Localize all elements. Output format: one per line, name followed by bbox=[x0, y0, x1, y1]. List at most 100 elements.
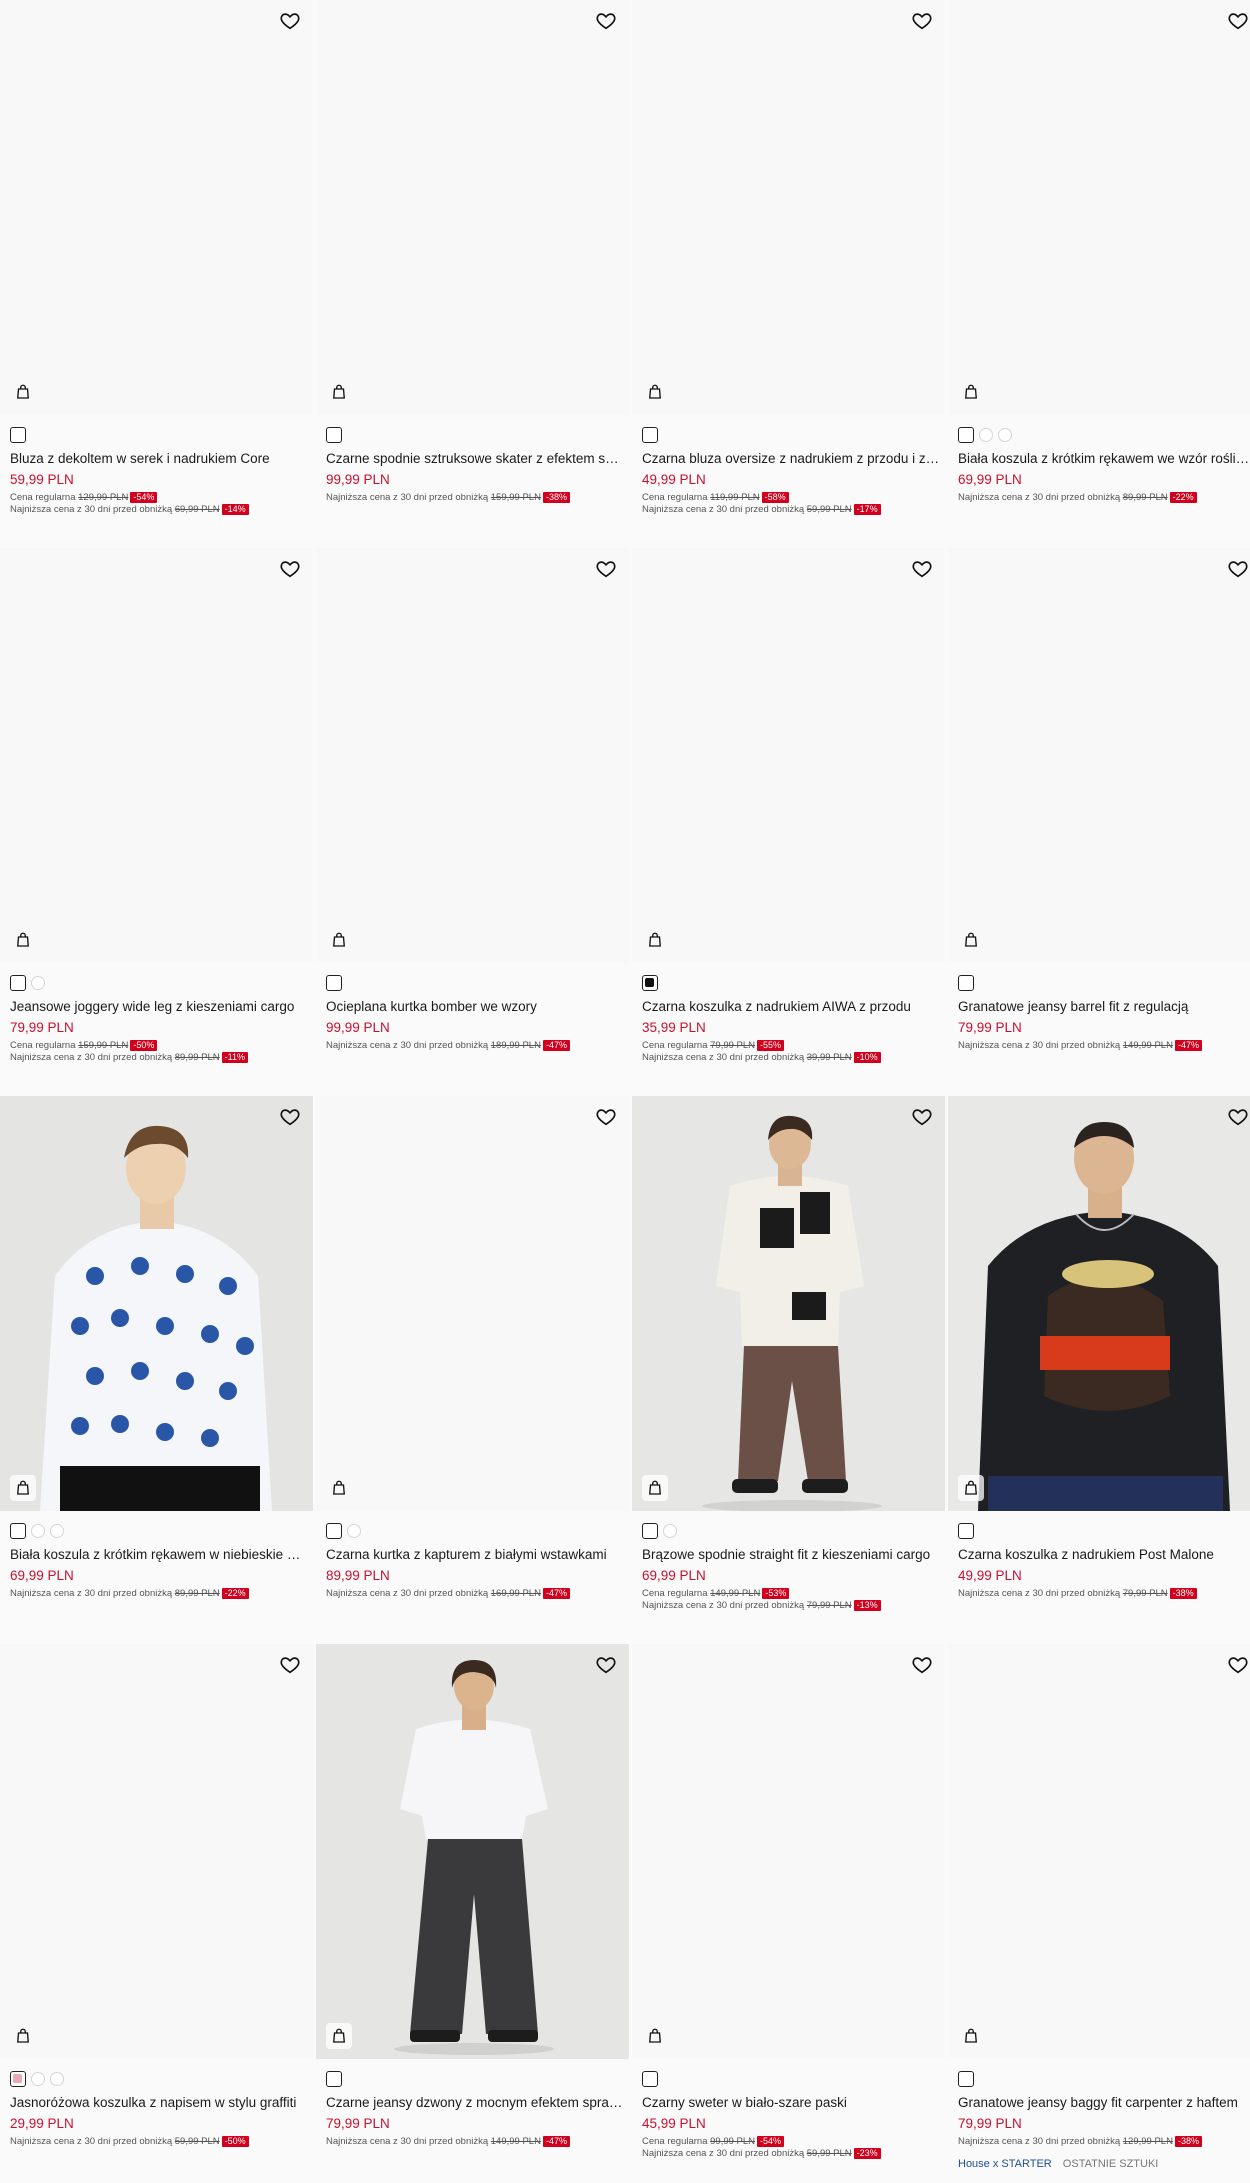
heart-outline-icon[interactable] bbox=[911, 1106, 933, 1128]
heart-outline-icon[interactable] bbox=[911, 10, 933, 32]
product-image[interactable] bbox=[632, 1644, 945, 2059]
collab-tag[interactable]: House x STARTER bbox=[958, 2158, 1052, 2170]
add-to-cart-button[interactable] bbox=[958, 2023, 984, 2049]
product-image[interactable] bbox=[0, 1644, 313, 2059]
add-to-cart-button[interactable] bbox=[10, 2023, 36, 2049]
heart-outline-icon[interactable] bbox=[595, 10, 617, 32]
color-swatch-selected[interactable] bbox=[642, 975, 658, 991]
product-name[interactable]: Jasnoróżowa koszulka z napisem w stylu g… bbox=[10, 2095, 308, 2110]
product-name[interactable]: Brązowe spodnie straight fit z kieszenia… bbox=[642, 1547, 940, 1562]
add-to-cart-button[interactable] bbox=[326, 2023, 352, 2049]
heart-outline-icon[interactable] bbox=[1227, 10, 1249, 32]
color-swatch[interactable] bbox=[50, 1524, 64, 1538]
product-card[interactable]: Czarna bluza oversize z nadrukiem z przo… bbox=[632, 0, 945, 548]
add-to-cart-button[interactable] bbox=[642, 2023, 668, 2049]
product-name[interactable]: Bluza z dekoltem w serek i nadrukiem Cor… bbox=[10, 451, 308, 466]
product-name[interactable]: Granatowe jeansy baggy fit carpenter z h… bbox=[958, 2095, 1250, 2110]
product-name[interactable]: Biała koszula z krótkim rękawem we wzór … bbox=[958, 451, 1250, 466]
heart-outline-icon[interactable] bbox=[911, 558, 933, 580]
add-to-cart-button[interactable] bbox=[10, 927, 36, 953]
add-to-cart-button[interactable] bbox=[958, 927, 984, 953]
heart-outline-icon[interactable] bbox=[595, 558, 617, 580]
add-to-cart-button[interactable] bbox=[958, 1475, 984, 1501]
add-to-cart-button[interactable] bbox=[642, 1475, 668, 1501]
product-image[interactable] bbox=[948, 1096, 1250, 1511]
product-card[interactable]: Czarna koszulka z nadrukiem Post Malone … bbox=[948, 1096, 1250, 1644]
color-swatch[interactable] bbox=[663, 1524, 677, 1538]
product-image[interactable] bbox=[0, 0, 313, 415]
product-image[interactable] bbox=[948, 0, 1250, 415]
product-card[interactable]: Czarny sweter w biało-szare paski 45,99 … bbox=[632, 1644, 945, 2183]
add-to-cart-button[interactable] bbox=[326, 379, 352, 405]
product-image[interactable] bbox=[0, 1096, 313, 1511]
product-image[interactable] bbox=[632, 1096, 945, 1511]
product-card[interactable]: Czarna koszulka z nadrukiem AIWA z przod… bbox=[632, 548, 945, 1096]
heart-outline-icon[interactable] bbox=[1227, 1106, 1249, 1128]
color-swatch[interactable] bbox=[326, 427, 342, 443]
product-card[interactable]: Jeansowe joggery wide leg z kieszeniami … bbox=[0, 548, 313, 1096]
add-to-cart-button[interactable] bbox=[326, 1475, 352, 1501]
heart-outline-icon[interactable] bbox=[279, 1654, 301, 1676]
color-swatch[interactable] bbox=[10, 427, 26, 443]
color-swatch[interactable] bbox=[958, 427, 974, 443]
heart-outline-icon[interactable] bbox=[279, 558, 301, 580]
product-image[interactable] bbox=[316, 1096, 629, 1511]
product-name[interactable]: Czarna kurtka z kapturem z białymi wstaw… bbox=[326, 1547, 624, 1562]
product-name[interactable]: Czarna koszulka z nadrukiem Post Malone bbox=[958, 1547, 1250, 1562]
product-image[interactable] bbox=[0, 548, 313, 963]
product-name[interactable]: Ocieplana kurtka bomber we wzory bbox=[326, 999, 624, 1014]
color-swatch[interactable] bbox=[31, 1524, 45, 1538]
color-swatch[interactable] bbox=[326, 1523, 342, 1539]
product-name[interactable]: Jeansowe joggery wide leg z kieszeniami … bbox=[10, 999, 308, 1014]
color-swatch[interactable] bbox=[958, 1523, 974, 1539]
color-swatch[interactable] bbox=[642, 427, 658, 443]
heart-outline-icon[interactable] bbox=[1227, 558, 1249, 580]
product-name[interactable]: Biała koszula z krótkim rękawem w niebie… bbox=[10, 1547, 308, 1562]
color-swatch[interactable] bbox=[642, 1523, 658, 1539]
product-image[interactable] bbox=[316, 548, 629, 963]
product-image[interactable] bbox=[632, 0, 945, 415]
add-to-cart-button[interactable] bbox=[326, 927, 352, 953]
add-to-cart-button[interactable] bbox=[958, 379, 984, 405]
product-card[interactable]: Brązowe spodnie straight fit z kieszenia… bbox=[632, 1096, 945, 1644]
product-card[interactable]: Biała koszula z krótkim rękawem we wzór … bbox=[948, 0, 1250, 548]
product-card[interactable]: Granatowe jeansy barrel fit z regulacją … bbox=[948, 548, 1250, 1096]
product-card[interactable]: Czarne spodnie sztruksowe skater z efekt… bbox=[316, 0, 629, 548]
add-to-cart-button[interactable] bbox=[10, 1475, 36, 1501]
heart-outline-icon[interactable] bbox=[1227, 1654, 1249, 1676]
product-card[interactable]: Ocieplana kurtka bomber we wzory 99,99 P… bbox=[316, 548, 629, 1096]
heart-outline-icon[interactable] bbox=[911, 1654, 933, 1676]
product-image[interactable] bbox=[632, 548, 945, 963]
color-swatch[interactable] bbox=[958, 975, 974, 991]
color-swatch[interactable] bbox=[958, 2071, 974, 2087]
color-swatch[interactable] bbox=[326, 2071, 342, 2087]
product-name[interactable]: Czarne jeansy dzwony z mocnym efektem sp… bbox=[326, 2095, 624, 2110]
product-name[interactable]: Czarna bluza oversize z nadrukiem z przo… bbox=[642, 451, 940, 466]
color-swatch[interactable] bbox=[998, 428, 1012, 442]
product-card[interactable]: Czarna kurtka z kapturem z białymi wstaw… bbox=[316, 1096, 629, 1644]
product-image[interactable] bbox=[948, 1644, 1250, 2059]
color-swatch[interactable] bbox=[50, 2072, 64, 2086]
product-name[interactable]: Czarny sweter w biało-szare paski bbox=[642, 2095, 940, 2110]
product-card[interactable]: Granatowe jeansy baggy fit carpenter z h… bbox=[948, 1644, 1250, 2183]
product-card[interactable]: Bluza z dekoltem w serek i nadrukiem Cor… bbox=[0, 0, 313, 548]
product-card[interactable]: Czarne jeansy dzwony z mocnym efektem sp… bbox=[316, 1644, 629, 2183]
product-image[interactable] bbox=[316, 0, 629, 415]
color-swatch[interactable] bbox=[31, 976, 45, 990]
color-swatch[interactable] bbox=[326, 975, 342, 991]
color-swatch[interactable] bbox=[979, 428, 993, 442]
product-image[interactable] bbox=[948, 548, 1250, 963]
product-name[interactable]: Granatowe jeansy barrel fit z regulacją bbox=[958, 999, 1250, 1014]
heart-outline-icon[interactable] bbox=[279, 10, 301, 32]
color-swatch[interactable] bbox=[31, 2072, 45, 2086]
add-to-cart-button[interactable] bbox=[642, 927, 668, 953]
color-swatch[interactable] bbox=[10, 1523, 26, 1539]
color-swatch[interactable] bbox=[10, 975, 26, 991]
product-card[interactable]: Biała koszula z krótkim rękawem w niebie… bbox=[0, 1096, 313, 1644]
heart-outline-icon[interactable] bbox=[595, 1654, 617, 1676]
color-swatch[interactable] bbox=[642, 2071, 658, 2087]
heart-outline-icon[interactable] bbox=[279, 1106, 301, 1128]
product-image[interactable] bbox=[316, 1644, 629, 2059]
color-swatch-selected[interactable] bbox=[10, 2071, 26, 2087]
add-to-cart-button[interactable] bbox=[10, 379, 36, 405]
